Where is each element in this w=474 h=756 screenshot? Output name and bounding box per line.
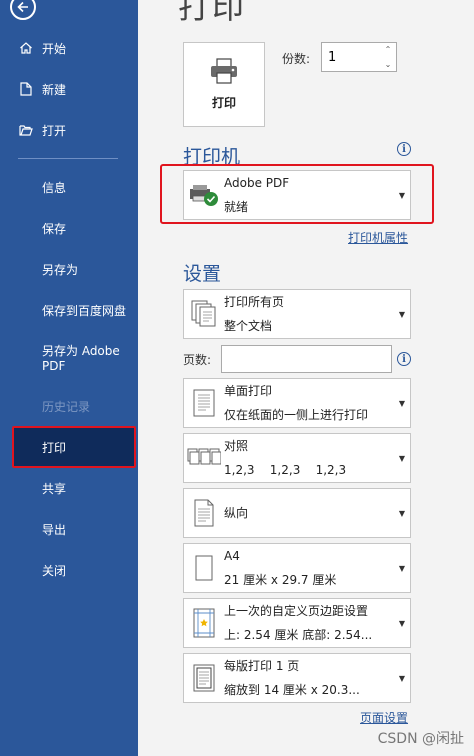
pages-per-sheet-icon: [184, 664, 224, 692]
paper-size-detail: 21 厘米 x 29.7 厘米: [224, 573, 337, 587]
nav-label: 打印: [42, 440, 67, 455]
print-range-dropdown[interactable]: 打印所有页 整个文档 ▼: [183, 289, 411, 339]
nav-item-export[interactable]: 导出: [0, 511, 138, 547]
pages-label: 页数:: [183, 353, 212, 367]
chevron-down-icon: ▼: [398, 453, 406, 463]
backstage-sidebar: 开始 新建 打开 信息 保存 另存为 保存到百度网盘 另存为 Adobe PDF…: [0, 0, 138, 756]
pages-input[interactable]: [221, 345, 392, 373]
nav-label: 保存到百度网盘: [42, 303, 127, 318]
copies-label: 份数:: [282, 52, 311, 66]
collate-detail: 1,2,3 1,2,3 1,2,3: [224, 463, 347, 477]
nav-item-home[interactable]: 开始: [0, 30, 138, 66]
orientation-dropdown[interactable]: 纵向 ▼: [183, 488, 411, 538]
nav-label: 导出: [42, 522, 67, 537]
page-title: 打印: [178, 0, 247, 26]
sides-detail: 仅在纸面的一侧上进行打印: [224, 408, 369, 422]
chevron-down-icon: ▼: [398, 673, 406, 683]
collate-dropdown[interactable]: 对照 1,2,3 1,2,3 1,2,3 ▼: [183, 433, 411, 483]
sides-title: 单面打印: [224, 384, 273, 398]
nav-item-save-as-pdf[interactable]: 另存为 Adobe PDF: [0, 340, 138, 378]
pages-per-sheet-dropdown[interactable]: 每版打印 1 页 缩放到 14 厘米 x 20.3... ▼: [183, 653, 411, 703]
sides-dropdown[interactable]: 单面打印 仅在纸面的一侧上进行打印 ▼: [183, 378, 411, 428]
settings-section-title: 设置: [183, 263, 222, 285]
chevron-down-icon: ▼: [398, 398, 406, 408]
nav-item-save-to-baidu[interactable]: 保存到百度网盘: [0, 292, 138, 328]
paper-size-icon: [184, 554, 224, 582]
chevron-down-icon: ▼: [398, 618, 406, 628]
watermark: CSDN @闲扯: [377, 731, 464, 747]
nav-item-info[interactable]: 信息: [0, 169, 138, 205]
margins-detail: 上: 2.54 厘米 底部: 2.54...: [224, 628, 373, 642]
printer-ready-icon: [184, 183, 224, 207]
paper-size-dropdown[interactable]: A4 21 厘米 x 29.7 厘米 ▼: [183, 543, 411, 593]
print-range-title: 打印所有页: [224, 295, 285, 309]
nav-label: 打开: [42, 123, 67, 138]
print-button-label: 打印: [211, 96, 236, 110]
nav-item-save-as[interactable]: 另存为: [0, 251, 138, 287]
pages-per-sheet-title: 每版打印 1 页: [224, 659, 300, 673]
printer-icon: [209, 58, 239, 88]
nav-label: 另存为 Adobe PDF: [42, 344, 120, 373]
page-setup-link[interactable]: 页面设置: [360, 709, 408, 726]
open-folder-icon: [18, 122, 34, 138]
nav-label: 信息: [42, 180, 67, 195]
printer-properties-link[interactable]: 打印机属性: [348, 229, 408, 246]
printer-dropdown[interactable]: Adobe PDF 就绪 ▼: [183, 170, 411, 220]
nav-label: 关闭: [42, 563, 67, 578]
print-button[interactable]: 打印: [183, 42, 265, 127]
nav-label: 另存为: [42, 262, 79, 277]
margins-icon: [184, 608, 224, 638]
pages-icon: [184, 300, 224, 328]
single-sided-icon: [184, 389, 224, 417]
pages-per-sheet-detail: 缩放到 14 厘米 x 20.3...: [224, 683, 360, 697]
nav-label: 共享: [42, 481, 67, 496]
pages-info-icon[interactable]: i: [397, 352, 411, 366]
decrement-icon[interactable]: ⌄: [382, 60, 394, 69]
nav-item-new[interactable]: 新建: [0, 71, 138, 107]
chevron-down-icon: ▼: [398, 309, 406, 319]
nav-item-print[interactable]: 打印: [12, 426, 136, 468]
portrait-icon: [184, 499, 224, 527]
orientation-title: 纵向: [224, 506, 249, 520]
collate-title: 对照: [224, 439, 249, 453]
sidebar-divider: [18, 158, 118, 159]
paper-size-title: A4: [224, 549, 240, 563]
print-range-detail: 整个文档: [224, 319, 273, 333]
nav-item-close[interactable]: 关闭: [0, 552, 138, 588]
margins-dropdown[interactable]: 上一次的自定义页边距设置 上: 2.54 厘米 底部: 2.54... ▼: [183, 598, 411, 648]
copies-value: 1: [328, 49, 337, 65]
chevron-down-icon: ▼: [398, 190, 406, 200]
nav-item-open[interactable]: 打开: [0, 112, 138, 148]
nav-item-history: 历史记录: [0, 388, 138, 424]
nav-label: 新建: [42, 82, 67, 97]
printer-status: 就绪: [224, 200, 249, 214]
back-arrow-icon[interactable]: [10, 0, 36, 20]
collate-icon: [184, 447, 224, 469]
nav-label: 开始: [42, 41, 67, 56]
increment-icon[interactable]: ⌃: [382, 45, 394, 54]
printer-info-icon[interactable]: i: [397, 142, 411, 156]
margins-title: 上一次的自定义页边距设置: [224, 604, 369, 618]
printer-name: Adobe PDF: [224, 176, 290, 190]
nav-label: 历史记录: [42, 399, 91, 414]
nav-item-share[interactable]: 共享: [0, 470, 138, 506]
print-panel: 打印 打印 份数: 1 ⌃ ⌄ 打印机 i Adobe PDF 就绪 ▼ 打印机…: [138, 0, 474, 756]
chevron-down-icon: ▼: [398, 508, 406, 518]
new-document-icon: [18, 81, 34, 97]
copies-stepper[interactable]: 1 ⌃ ⌄: [321, 42, 397, 72]
chevron-down-icon: ▼: [398, 563, 406, 573]
home-icon: [18, 40, 34, 56]
nav-label: 保存: [42, 221, 67, 236]
nav-item-save[interactable]: 保存: [0, 210, 138, 246]
